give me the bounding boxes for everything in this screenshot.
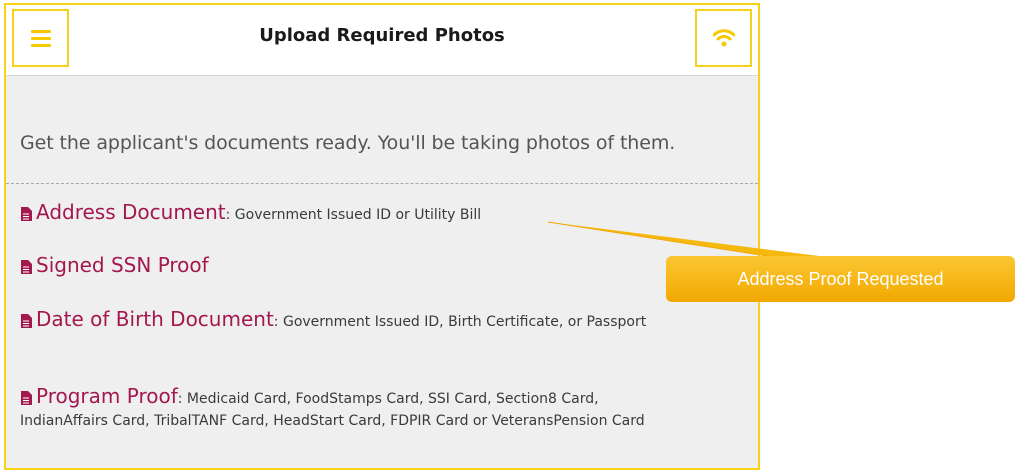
wifi-icon xyxy=(713,29,735,47)
app-header: Upload Required Photos xyxy=(6,5,758,76)
menu-button[interactable] xyxy=(12,9,69,67)
document-item-address[interactable]: Address Document: Government Issued ID o… xyxy=(20,201,670,226)
section-divider xyxy=(6,183,758,184)
document-name: Address Document xyxy=(36,200,226,224)
document-icon xyxy=(21,314,32,328)
document-item-program-proof[interactable]: Program Proof: Medicaid Card, FoodStamps… xyxy=(20,385,670,432)
document-icon xyxy=(21,260,32,274)
document-description: : Government Issued ID, Birth Certificat… xyxy=(273,314,647,330)
document-name: Date of Birth Document xyxy=(36,307,274,331)
document-name: Program Proof xyxy=(36,384,178,408)
document-icon xyxy=(21,207,32,221)
connection-status-button[interactable] xyxy=(695,9,752,67)
app-frame: Upload Required Photos Get the applicant… xyxy=(4,3,760,470)
page-title: Upload Required Photos xyxy=(259,25,505,46)
document-description: : Government Issued ID or Utility Bill xyxy=(225,207,482,223)
document-name: Signed SSN Proof xyxy=(36,253,209,277)
document-icon xyxy=(21,391,32,405)
address-proof-callout: Address Proof Requested xyxy=(666,256,1015,302)
instructions-text: Get the applicant's documents ready. You… xyxy=(20,132,676,154)
document-item-ssn[interactable]: Signed SSN Proof xyxy=(20,254,670,279)
document-item-date-of-birth[interactable]: Date of Birth Document: Government Issue… xyxy=(20,308,670,333)
